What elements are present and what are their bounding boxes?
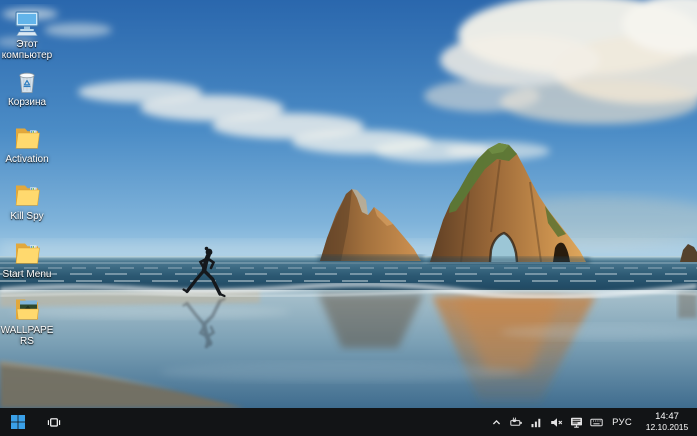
network-icon[interactable]	[530, 416, 543, 429]
desktop-icon-start-menu[interactable]: Start Menu	[0, 236, 54, 280]
start-button[interactable]	[0, 408, 36, 436]
system-tray: РУС 14:47 12.10.2015	[490, 408, 697, 436]
wallpaper-image[interactable]	[0, 0, 697, 408]
display-icon[interactable]	[570, 416, 583, 429]
taskbar-clock[interactable]: 14:47 12.10.2015	[641, 411, 693, 433]
language-indicator[interactable]: РУС	[610, 417, 634, 428]
touch-keyboard-icon[interactable]	[590, 416, 603, 429]
desktop-icon-label: Корзина	[7, 97, 47, 108]
desktop-icon-recycle-bin[interactable]: Корзина	[0, 64, 54, 108]
desktop: Этот компьютер Корзина Activation Kill S…	[0, 0, 697, 436]
task-view-button[interactable]	[36, 408, 72, 436]
clock-time: 14:47	[655, 411, 679, 422]
folder-images-icon	[16, 299, 39, 320]
clock-date: 12.10.2015	[645, 422, 689, 432]
desktop-icon-label: Start Menu	[2, 269, 52, 280]
task-view-icon	[47, 417, 61, 427]
folder-icon	[15, 185, 40, 206]
folder-icon	[15, 128, 40, 149]
folder-icon	[15, 243, 40, 264]
desktop-icon-kill-spy[interactable]: Kill Spy	[0, 178, 54, 222]
recycle-bin-icon	[19, 72, 35, 93]
desktop-icon-label: Этот компьютер	[1, 39, 53, 61]
desktop-icon-this-pc[interactable]: Этот компьютер	[0, 6, 54, 61]
desktop-icon-label: Activation	[5, 154, 49, 165]
volume-muted-icon[interactable]	[550, 416, 563, 429]
desktop-icon-label: WALLPAPERS	[0, 325, 54, 347]
desktop-icon-label: Kill Spy	[10, 211, 44, 222]
computer-icon	[15, 11, 39, 36]
desktop-icon-wallpapers[interactable]: WALLPAPERS	[0, 292, 54, 347]
power-icon[interactable]	[510, 416, 523, 429]
taskbar: РУС 14:47 12.10.2015	[0, 408, 697, 436]
desktop-icon-activation[interactable]: Activation	[0, 121, 54, 165]
hidden-icons-chevron[interactable]	[490, 416, 503, 429]
windows-logo-icon	[11, 415, 25, 429]
